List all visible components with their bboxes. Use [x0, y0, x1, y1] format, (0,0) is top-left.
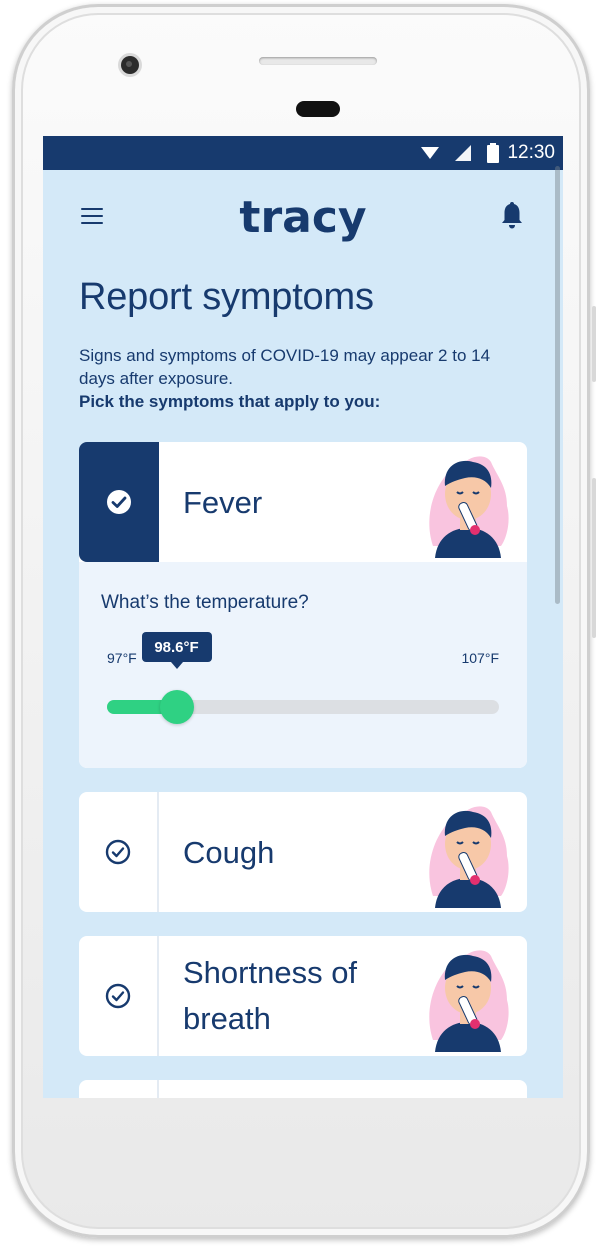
- symptom-card-cough[interactable]: Cough: [79, 792, 527, 912]
- temperature-slider-thumb[interactable]: [159, 690, 194, 724]
- temperature-question: What’s the temperature?: [101, 592, 309, 613]
- signal-icon: [455, 145, 472, 161]
- bell-icon[interactable]: [501, 200, 523, 230]
- symptom-row[interactable]: Cough: [79, 792, 527, 912]
- symptom-checkbox[interactable]: [79, 936, 159, 1056]
- check-circle-icon: [107, 490, 131, 514]
- symptom-label: Cough: [183, 835, 275, 870]
- symptom-checkbox[interactable]: [79, 1080, 159, 1098]
- status-bar: 12:30: [43, 136, 563, 170]
- tracy-logo: tracy: [239, 192, 366, 243]
- menu-icon[interactable]: [81, 208, 103, 224]
- symptom-row[interactable]: Fever: [79, 442, 527, 562]
- proximity-sensor: [296, 101, 340, 117]
- instruction-text: Pick the symptoms that apply to you:: [79, 392, 381, 411]
- front-camera: [121, 56, 139, 74]
- cough-avatar: [429, 806, 509, 908]
- check-circle-icon: [105, 839, 131, 865]
- app-screen: 12:30 tracy Report symptoms Signs and sy…: [43, 136, 563, 1098]
- symptom-card-next[interactable]: [79, 1080, 527, 1098]
- description-text: Signs and symptoms of COVID-19 may appea…: [79, 346, 491, 388]
- temperature-panel: What’s the temperature? 97°F 107°F 98.6°…: [79, 562, 527, 768]
- fever-avatar: [429, 456, 509, 558]
- scrollbar[interactable]: [555, 166, 560, 604]
- status-time: 12:30: [507, 142, 555, 163]
- shortness-of-breath-avatar: [429, 950, 509, 1052]
- earpiece-speaker: [259, 57, 377, 65]
- symptom-row[interactable]: Shortness of breath: [79, 936, 527, 1056]
- symptom-card-shortness-of-breath[interactable]: Shortness of breath: [79, 936, 527, 1056]
- battery-icon: [487, 143, 500, 163]
- symptom-checkbox[interactable]: [79, 792, 159, 912]
- slider-max-label: 107°F: [461, 650, 499, 666]
- page-description: Signs and symptoms of COVID-19 may appea…: [79, 344, 519, 413]
- wifi-icon: [421, 147, 440, 159]
- check-circle-icon: [105, 983, 131, 1009]
- slider-value-tooltip: 98.6°F: [141, 632, 212, 669]
- logo-text: tracy: [239, 192, 366, 243]
- symptom-card-fever[interactable]: Fever What’s the temperature? 97°F 107°F…: [79, 442, 527, 768]
- symptom-checkbox-selected[interactable]: [79, 442, 159, 562]
- symptom-label: Shortness of breath: [183, 955, 358, 1036]
- volume-button: [592, 478, 596, 638]
- page-title: Report symptoms: [79, 276, 374, 318]
- slider-min-label: 97°F: [107, 650, 137, 666]
- symptom-label: Fever: [183, 485, 263, 520]
- app-header: tracy: [43, 170, 563, 258]
- power-button: [592, 306, 596, 382]
